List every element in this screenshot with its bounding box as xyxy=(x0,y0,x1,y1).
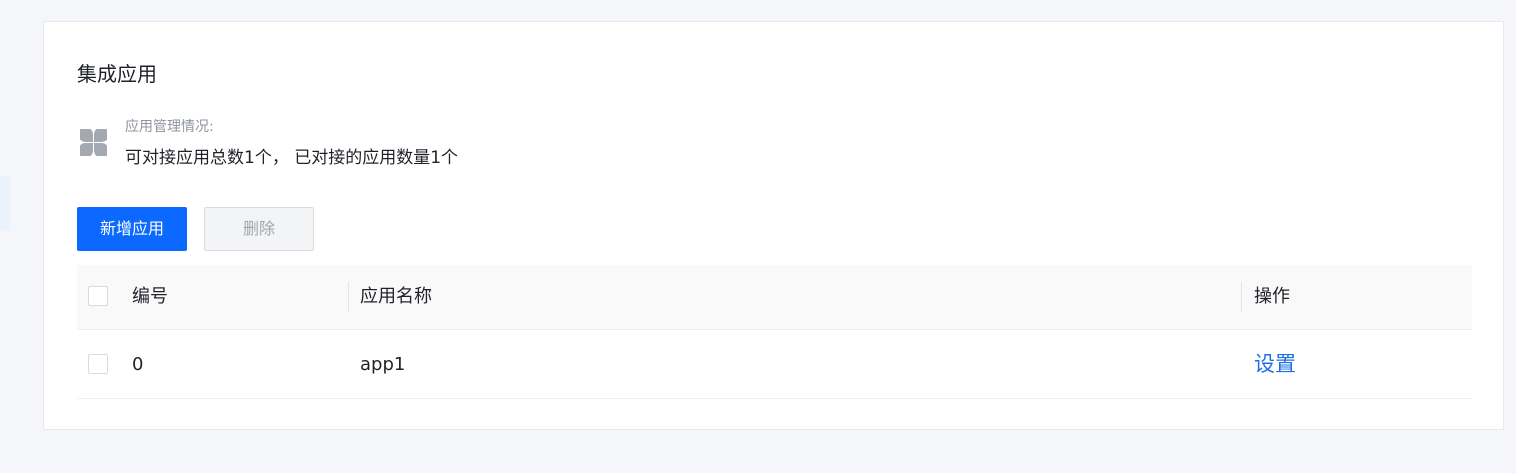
app-grid-icon xyxy=(80,129,107,156)
column-header-action: 操作 xyxy=(1254,286,1290,307)
row-checkbox[interactable] xyxy=(88,354,108,374)
column-header-name: 应用名称 xyxy=(360,286,432,307)
select-all-checkbox[interactable] xyxy=(88,286,108,306)
summary-text: 可对接应用总数1个， 已对接的应用数量1个 xyxy=(125,148,459,168)
delete-button[interactable]: 删除 xyxy=(204,207,314,251)
summary-label: 应用管理情况: xyxy=(125,119,214,135)
row-app-name: app1 xyxy=(360,354,406,375)
apps-table: 编号 应用名称 操作 0 app1 设置 xyxy=(77,265,1472,399)
table-row: 0 app1 设置 xyxy=(77,330,1472,399)
left-nav-accent xyxy=(0,176,10,230)
table-header: 编号 应用名称 操作 xyxy=(77,265,1472,330)
column-header-id: 编号 xyxy=(132,286,168,307)
column-divider xyxy=(348,282,349,312)
add-app-button[interactable]: 新增应用 xyxy=(77,207,187,251)
column-divider xyxy=(1241,282,1242,312)
row-id: 0 xyxy=(132,354,144,375)
page-title: 集成应用 xyxy=(77,62,157,86)
settings-link[interactable]: 设置 xyxy=(1254,352,1296,376)
integration-panel: 集成应用 应用管理情况: 可对接应用总数1个， 已对接的应用数量1个 新增应用 … xyxy=(43,21,1504,430)
